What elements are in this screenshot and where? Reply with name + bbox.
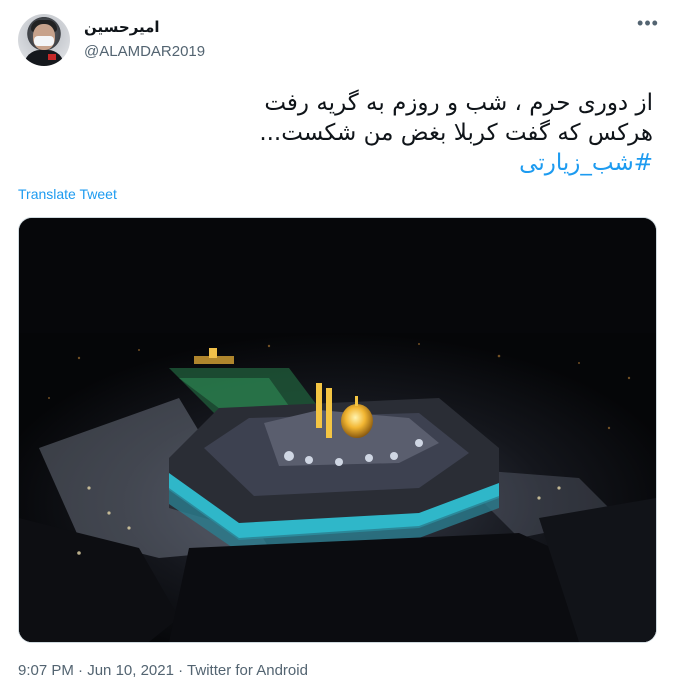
avatar[interactable] [18, 14, 70, 66]
user-handle[interactable]: @ALAMDAR2019 [84, 42, 205, 62]
more-horizontal-icon[interactable]: ••• [636, 14, 660, 36]
tweet: امیرحسین @ALAMDAR2019 ••• از دوری حرم ، … [0, 0, 677, 696]
avatar-mask [34, 36, 54, 46]
tweet-photo[interactable] [18, 217, 657, 643]
author-names: امیرحسین @ALAMDAR2019 [84, 18, 205, 62]
hashtag-link[interactable]: #شب_زیارتی [23, 148, 653, 178]
tweet-metadata: 9:07 PM · Jun 10, 2021 · Twitter for And… [18, 662, 308, 679]
tweet-time[interactable]: 9:07 PM [18, 662, 74, 679]
tweet-text-line-2: هرکس که گفت کربلا بغض من شکست... [259, 120, 653, 146]
meta-separator: · [73, 662, 88, 679]
display-name[interactable]: امیرحسین [84, 18, 205, 38]
tweet-text: از دوری حرم ، شب و روزم به گریه رفت هرکس… [23, 88, 653, 178]
meta-separator: · [173, 662, 188, 679]
night-shrine-photo [19, 218, 656, 642]
tweet-text-line-1: از دوری حرم ، شب و روزم به گریه رفت [264, 90, 653, 116]
tweet-header: امیرحسین @ALAMDAR2019 ••• [18, 14, 660, 70]
avatar-flag [48, 54, 56, 60]
avatar-shirt [24, 50, 64, 66]
tweet-source[interactable]: Twitter for Android [187, 662, 308, 679]
tweet-date[interactable]: Jun 10, 2021 [87, 662, 174, 679]
translate-tweet-link[interactable]: Translate Tweet [18, 186, 117, 202]
